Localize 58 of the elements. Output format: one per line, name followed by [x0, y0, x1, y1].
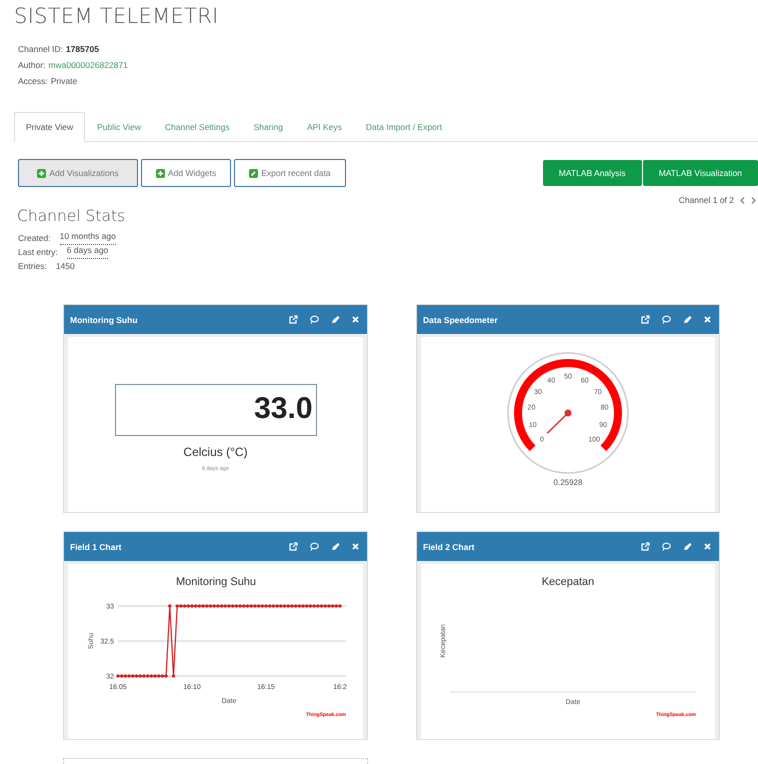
- action-button[interactable]: Add Widgets: [141, 159, 232, 187]
- stat-label: Created:: [18, 232, 51, 245]
- section-heading: Channel Stats: [17, 207, 126, 225]
- tab[interactable]: Data Import / Export: [354, 112, 454, 142]
- widget-title: Field 1 Chart: [70, 542, 122, 552]
- tab[interactable]: API Keys: [294, 112, 354, 142]
- external-link-icon[interactable]: [641, 315, 650, 324]
- numeric-display: 33.0: [114, 384, 316, 436]
- pencil-icon[interactable]: [683, 542, 692, 551]
- channel-pager-text: Channel 1 of 2: [678, 195, 734, 205]
- info-label: Channel ID:: [18, 43, 63, 56]
- widget-title: Field 2 Chart: [423, 542, 476, 552]
- pencil-icon[interactable]: [683, 315, 692, 324]
- chart-title: Kecepatan: [542, 576, 594, 588]
- matlab-button[interactable]: MATLAB Analysis: [542, 160, 642, 186]
- chevron-left-icon[interactable]: [740, 196, 745, 204]
- author-link[interactable]: mwa0000026822871: [48, 57, 128, 73]
- close-icon[interactable]: [352, 543, 359, 550]
- info-label: Access:: [18, 75, 48, 88]
- unit-label: Celcius (°C): [183, 445, 248, 459]
- info-label: Author:: [18, 59, 46, 72]
- pencil-icon[interactable]: [331, 315, 340, 324]
- needle-pivot: [564, 410, 572, 416]
- close-icon[interactable]: [352, 316, 359, 323]
- stat-value: 6 days ago: [66, 245, 108, 259]
- stat-label: Entries:: [18, 260, 47, 273]
- gauge-needle: [546, 412, 569, 434]
- comment-icon[interactable]: [662, 542, 671, 551]
- widget-title: Data Speedometer: [423, 314, 499, 324]
- chevron-right-icon[interactable]: [751, 196, 756, 204]
- plus-icon: [37, 168, 46, 178]
- info-value: 1785705: [66, 43, 99, 56]
- action-button[interactable]: Export recent data: [234, 159, 346, 187]
- edit-icon: [249, 168, 258, 178]
- info-value: Private: [50, 75, 78, 88]
- channel-title: SISTEM TELEMETRI: [14, 4, 220, 28]
- tab[interactable]: Public View: [85, 112, 153, 142]
- matlab-button[interactable]: MATLAB Visualization: [642, 160, 758, 186]
- tab[interactable]: Channel Settings: [152, 112, 242, 142]
- stat-label: Last entry:: [18, 246, 58, 259]
- comment-icon[interactable]: [310, 315, 319, 324]
- external-link-icon[interactable]: [641, 542, 650, 551]
- plus-icon: [156, 168, 165, 178]
- tab[interactable]: Sharing: [242, 112, 295, 142]
- external-link-icon[interactable]: [289, 315, 298, 324]
- gauge-reading: 0.25928: [554, 478, 582, 487]
- close-icon[interactable]: [704, 316, 711, 323]
- pencil-icon[interactable]: [331, 542, 340, 551]
- stat-value: 1450: [56, 260, 75, 273]
- tab[interactable]: Private View: [14, 112, 86, 142]
- comment-icon[interactable]: [310, 542, 319, 551]
- close-icon[interactable]: [704, 543, 711, 550]
- chart-title: Monitoring Suhu: [175, 576, 256, 588]
- widget-title: Monitoring Suhu: [70, 314, 139, 324]
- stat-value: 10 months ago: [60, 231, 116, 245]
- action-button[interactable]: Add Visualizations: [18, 159, 138, 187]
- comment-icon[interactable]: [662, 315, 671, 324]
- external-link-icon[interactable]: [289, 542, 298, 551]
